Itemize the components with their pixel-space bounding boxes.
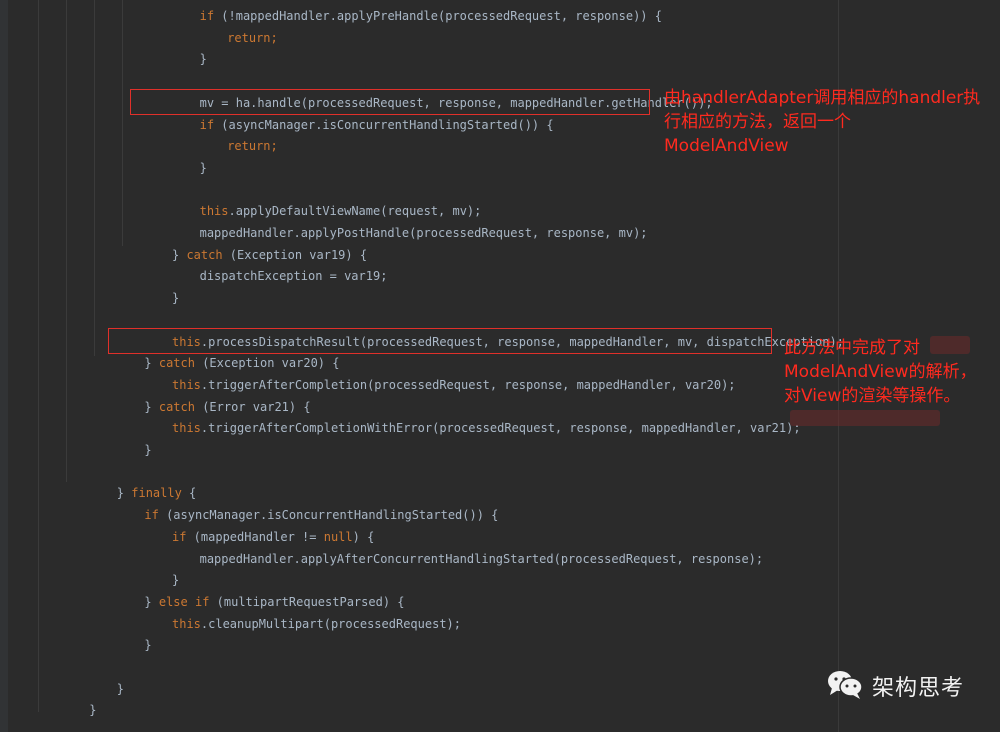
code-token: mappedHandler.applyAfterConcurrentHandli…	[199, 551, 764, 566]
code-token: (!mappedHandler.applyPreHandle(processed…	[214, 9, 662, 23]
code-token: }	[199, 160, 207, 175]
code-keyword: return;	[227, 139, 278, 154]
code-keyword: if	[199, 117, 215, 132]
highlight-box-handle	[130, 89, 650, 115]
highlight-box-process-result	[108, 328, 772, 354]
code-line: if (mappedHandler != null) {	[172, 529, 374, 545]
code-token: dispatchException = var19;	[199, 269, 388, 284]
code-token: }	[172, 291, 180, 306]
code-keyword: null	[323, 529, 353, 544]
code-token: }	[199, 52, 207, 67]
code-keyword: if	[144, 508, 159, 523]
annotation-process-result: 此方法中完成了对 ModelAndView的解析， 对View的渲染等操作。	[784, 336, 1000, 408]
code-line: dispatchException = var19;	[200, 268, 388, 284]
code-line: }	[89, 702, 96, 718]
code-line: } catch (Exception var20) {	[144, 355, 339, 371]
code-line: } finally {	[117, 485, 196, 501]
code-token: (mappedHandler !=	[186, 529, 324, 544]
code-keyword: catch	[186, 247, 223, 262]
code-token: }	[172, 247, 187, 262]
annotation-line: 此方法中完成了对	[784, 338, 920, 358]
annotation-handler-adapter: 由handlerAdapter调用相应的handler执 行相应的方法，返回一个…	[664, 86, 1000, 158]
watermark-text: 架构思考	[872, 676, 965, 701]
code-line: }	[117, 681, 124, 697]
code-line: }	[172, 290, 179, 306]
editor-gutter	[0, 0, 8, 732]
code-line: }	[144, 442, 151, 458]
code-line: }	[200, 51, 207, 67]
code-line: }	[144, 637, 151, 653]
indent-guide	[38, 0, 39, 712]
code-line: } catch (Error var21) {	[144, 399, 310, 415]
code-token: (Error var21) {	[194, 399, 311, 414]
code-token: }	[144, 594, 159, 609]
code-token: }	[89, 703, 97, 718]
watermark: 架构思考	[826, 668, 964, 704]
code-token: {	[181, 486, 197, 501]
wechat-icon	[826, 668, 864, 704]
redacted-mark	[790, 410, 940, 426]
code-token: .triggerAfterCompletion(processedRequest…	[200, 377, 736, 392]
code-line: this.triggerAfterCompletionWithError(pro…	[172, 420, 801, 436]
annotation-line: 由handlerAdapter调用相应的handler执	[664, 88, 981, 108]
code-line: this.cleanupMultipart(processedRequest);	[172, 616, 461, 632]
code-token: }	[144, 399, 159, 414]
code-keyword: this	[172, 377, 201, 392]
code-line: mappedHandler.applyAfterConcurrentHandli…	[200, 551, 764, 567]
code-keyword: this	[172, 421, 201, 436]
code-token: }	[144, 638, 152, 653]
code-token: (Exception var19) {	[222, 247, 368, 262]
indent-guide	[66, 0, 67, 482]
code-line: if (!mappedHandler.applyPreHandle(proces…	[200, 8, 662, 24]
code-keyword: return;	[227, 30, 278, 45]
indent-guide	[122, 0, 123, 246]
code-line: this.triggerAfterCompletion(processedReq…	[172, 377, 736, 393]
code-token: ) {	[352, 529, 375, 544]
annotation-line: 对View的渲染等操作。	[784, 386, 961, 406]
code-token: .triggerAfterCompletionWithError(process…	[200, 421, 801, 436]
annotation-line: ModelAndView	[664, 136, 789, 156]
code-line: } catch (Exception var19) {	[172, 247, 367, 263]
code-token: (multipartRequestParsed) {	[209, 594, 405, 609]
code-line: if (asyncManager.isConcurrentHandlingSta…	[144, 507, 498, 523]
code-line: return;	[227, 30, 278, 46]
code-token: }	[144, 356, 159, 371]
code-token: }	[116, 486, 132, 501]
code-line: } else if (multipartRequestParsed) {	[144, 594, 404, 610]
code-token: (Exception var20) {	[194, 356, 340, 371]
code-keyword: if	[199, 9, 215, 23]
code-keyword: else if	[158, 594, 210, 609]
code-token: .applyDefaultViewName(request, mv);	[228, 204, 482, 219]
code-line: return;	[227, 138, 278, 154]
code-keyword: catch	[158, 356, 195, 371]
annotation-line: ModelAndView的解析，	[784, 362, 977, 382]
code-token: .cleanupMultipart(processedRequest);	[200, 616, 461, 631]
code-token: (asyncManager.isConcurrentHandlingStarte…	[214, 117, 554, 132]
code-keyword: this	[172, 616, 201, 631]
code-keyword: this	[199, 204, 229, 219]
code-line: mappedHandler.applyPostHandle(processedR…	[200, 225, 648, 241]
code-token: (asyncManager.isConcurrentHandlingStarte…	[158, 508, 499, 523]
code-token: }	[144, 443, 152, 457]
code-keyword: catch	[158, 399, 195, 414]
code-keyword: if	[172, 529, 187, 544]
code-line: if (asyncManager.isConcurrentHandlingSta…	[200, 117, 554, 133]
code-token: }	[116, 681, 125, 696]
code-editor[interactable]: if (!mappedHandler.applyPreHandle(proces…	[0, 0, 1000, 732]
indent-guide	[94, 0, 95, 356]
code-token: }	[172, 573, 180, 588]
annotation-line: 行相应的方法，返回一个	[664, 112, 851, 132]
code-line: }	[200, 160, 207, 176]
code-keyword: finally	[131, 486, 182, 501]
code-token: mappedHandler.applyPostHandle(processedR…	[199, 226, 648, 240]
code-line: }	[172, 572, 179, 588]
code-line: this.applyDefaultViewName(request, mv);	[200, 203, 482, 219]
